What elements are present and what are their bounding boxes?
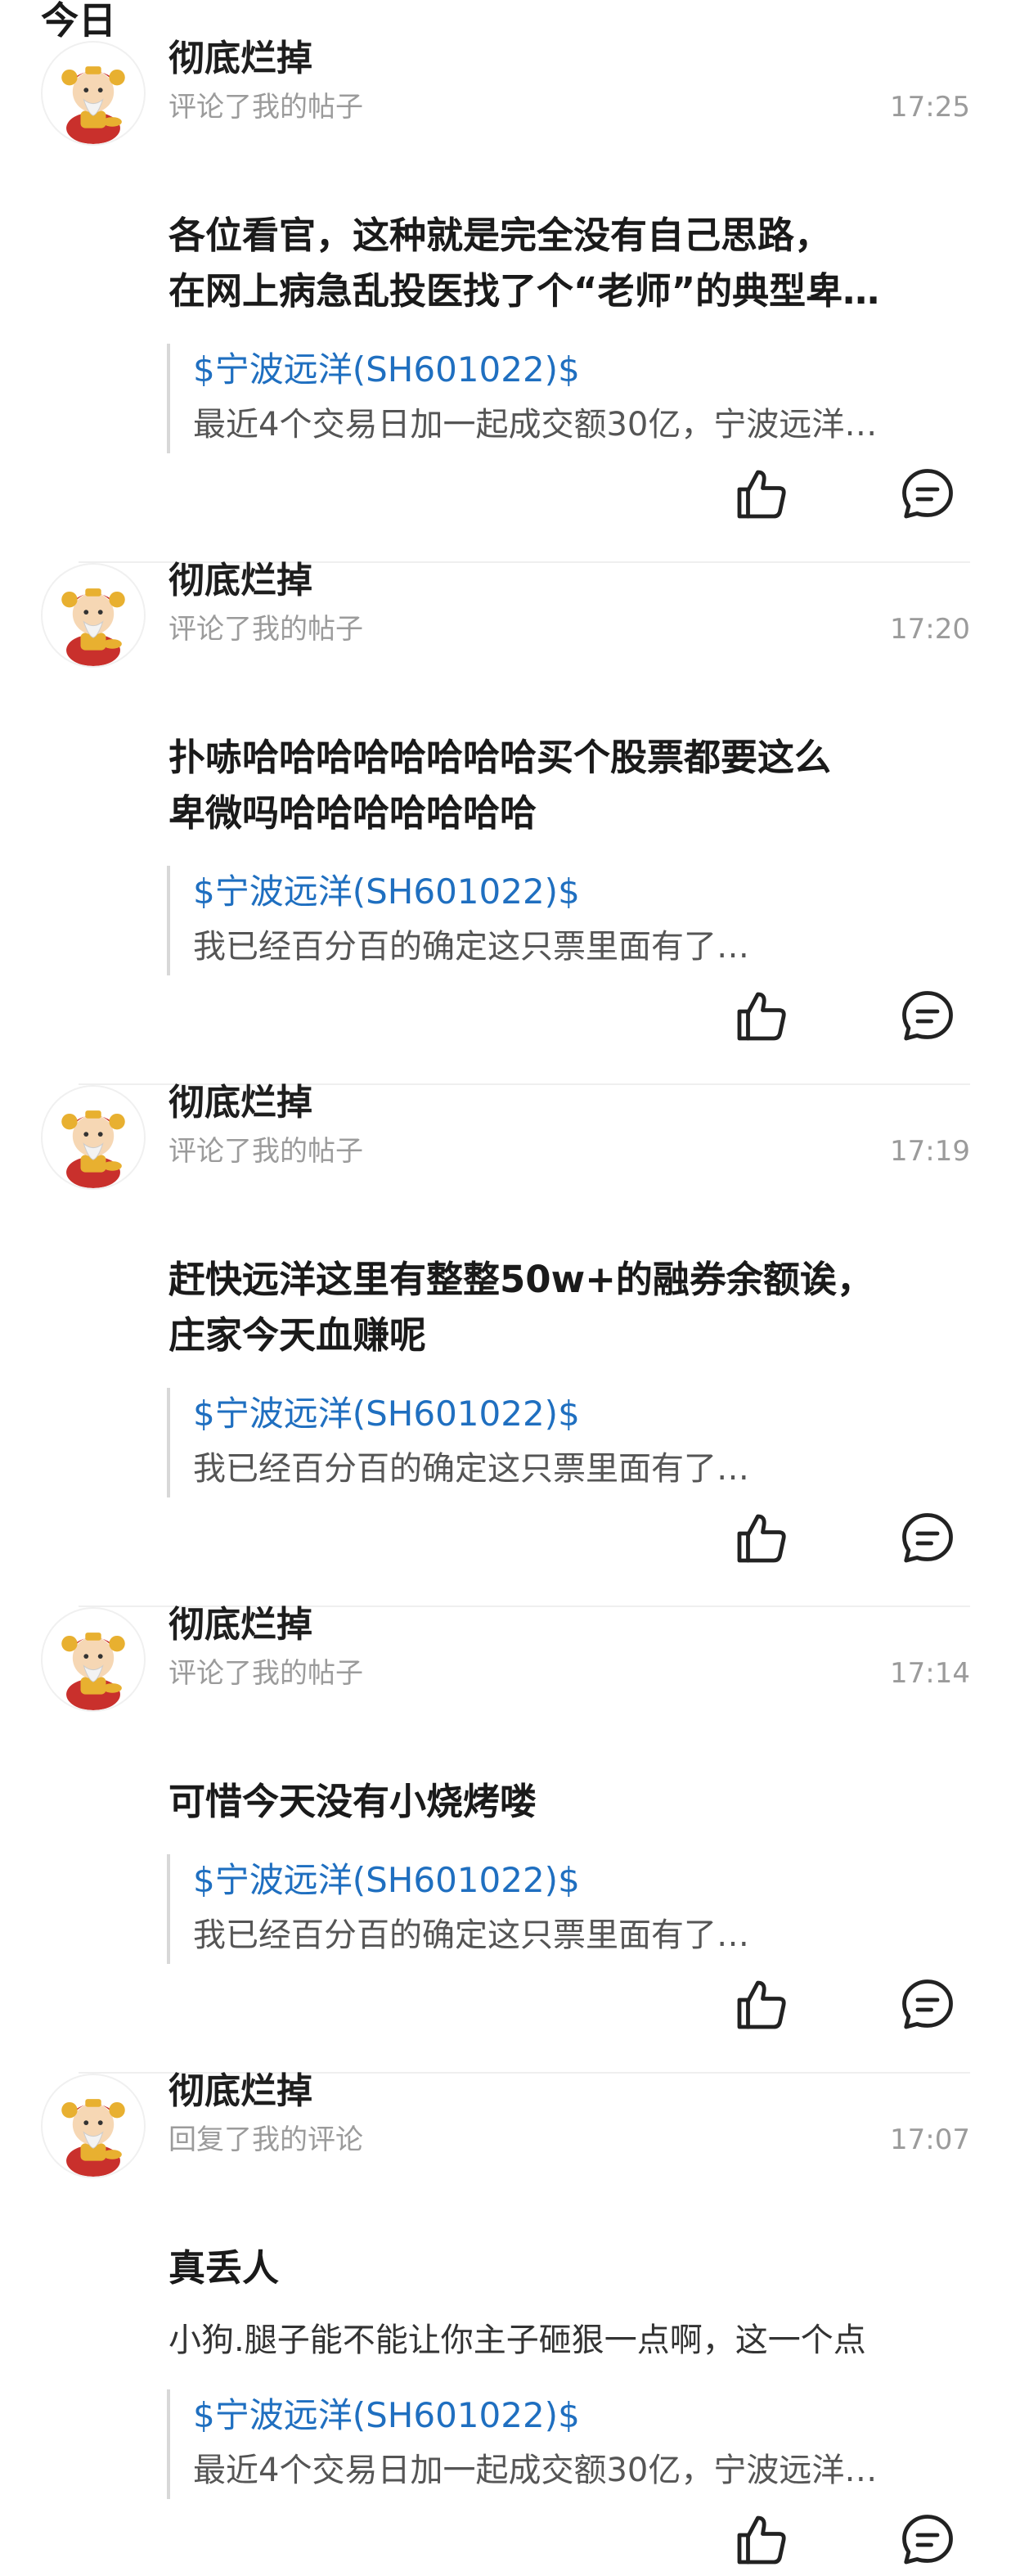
username[interactable]: 彻底烂掉 [168,556,312,606]
quoted-post[interactable]: $宁波远洋(SH601022)$ 我已经百分百的确定这只票里面有了… [167,1854,968,1964]
username[interactable]: 彻底烂掉 [168,1079,312,1128]
comment-bubble-icon[interactable] [898,987,957,1046]
user-avatar[interactable] [41,1607,146,1712]
quoted-post[interactable]: $宁波远洋(SH601022)$ 最近4个交易日加一起成交额30亿，宁波远洋… [167,344,968,453]
stock-link[interactable]: $宁波远洋(SH601022)$ [193,866,968,918]
quoted-post-text: 我已经百分百的确定这只票里面有了… [193,928,749,966]
comment-bubble-icon[interactable] [898,1975,957,2034]
comment-bubble-icon[interactable] [898,2511,957,2569]
stock-link[interactable]: $宁波远洋(SH601022)$ [193,1854,968,1907]
stock-link[interactable]: $宁波远洋(SH601022)$ [193,344,968,396]
quoted-post-text: 我已经百分百的确定这只票里面有了… [193,1916,749,1954]
comment-bubble-icon[interactable] [898,465,957,524]
thumbs-up-icon[interactable] [732,987,791,1046]
thumbs-up-icon[interactable] [732,465,791,524]
comment-content-line[interactable]: 各位看官，这种就是完全没有自己思路， [168,208,970,263]
username[interactable]: 彻底烂掉 [168,2067,312,2116]
quoted-post-text: 最近4个交易日加一起成交额30亿，宁波远洋… [193,2452,878,2489]
replied-comment-text[interactable]: 小狗.腿子能不能让你主子砸狠一点啊，这一个点 [168,2316,970,2365]
user-avatar[interactable] [41,2074,146,2178]
comment-content-line[interactable]: 可惜今天没有小烧烤喽 [168,1774,970,1830]
timestamp: 17:14 [890,1657,970,1690]
action-text: 评论了我的帖子 [168,1135,363,1168]
thumbs-up-icon[interactable] [732,1509,791,1568]
comment-content-line[interactable]: 赶快远洋这里有整整50w+的融券余额诶， [168,1252,970,1308]
comment-content-line[interactable]: 在网上病急乱投医找了个“老师”的典型卑… [168,263,970,319]
quoted-post[interactable]: $宁波远洋(SH601022)$ 我已经百分百的确定这只票里面有了… [167,1388,968,1497]
quoted-post-text: 最近4个交易日加一起成交额30亿，宁波远洋… [193,406,878,444]
quoted-post[interactable]: $宁波远洋(SH601022)$ 最近4个交易日加一起成交额30亿，宁波远洋… [167,2389,968,2499]
thumbs-up-icon[interactable] [732,1975,791,2034]
username[interactable]: 彻底烂掉 [168,34,312,83]
action-text: 评论了我的帖子 [168,613,363,646]
action-text: 回复了我的评论 [168,2123,363,2156]
stock-link[interactable]: $宁波远洋(SH601022)$ [193,2389,968,2442]
stock-link[interactable]: $宁波远洋(SH601022)$ [193,1388,968,1440]
thumbs-up-icon[interactable] [732,2511,791,2569]
comment-bubble-icon[interactable] [898,1509,957,1568]
user-avatar[interactable] [41,41,146,146]
comment-content-line[interactable]: 真丢人 [168,2240,970,2296]
action-text: 评论了我的帖子 [168,1657,363,1690]
action-text: 评论了我的帖子 [168,91,363,124]
comment-content-line[interactable]: 庄家今天血赚呢 [168,1308,970,1363]
timestamp: 17:20 [890,613,970,646]
comment-content-line[interactable]: 扑哧哈哈哈哈哈哈哈哈买个股票都要这么 [168,730,970,786]
user-avatar[interactable] [41,563,146,668]
user-avatar[interactable] [41,1085,146,1190]
timestamp: 17:07 [890,2123,970,2156]
comment-content-line[interactable]: 卑微吗哈哈哈哈哈哈哈 [168,786,970,841]
username[interactable]: 彻底烂掉 [168,1601,312,1650]
quoted-post[interactable]: $宁波远洋(SH601022)$ 我已经百分百的确定这只票里面有了… [167,866,968,975]
timestamp: 17:19 [890,1135,970,1168]
timestamp: 17:25 [890,91,970,124]
quoted-post-text: 我已经百分百的确定这只票里面有了… [193,1450,749,1488]
